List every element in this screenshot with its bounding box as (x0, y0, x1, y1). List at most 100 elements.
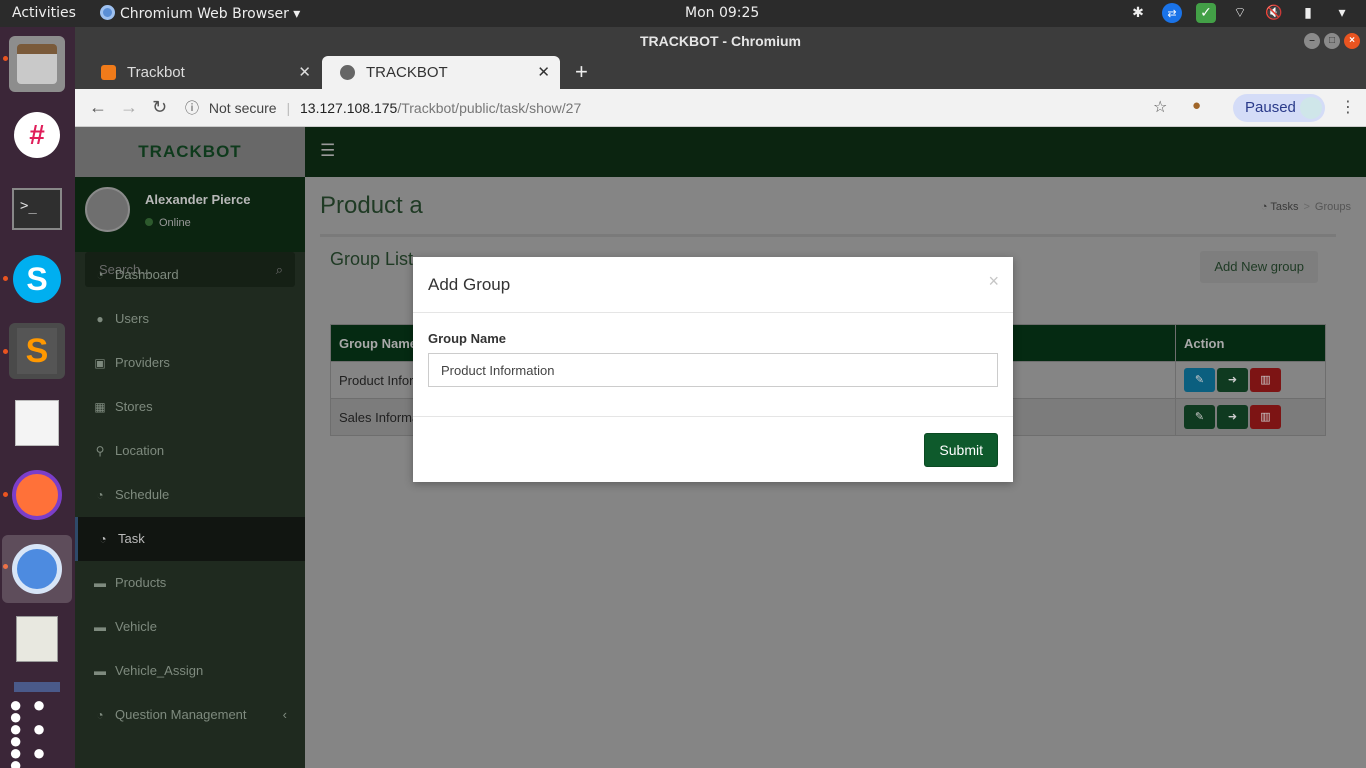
sidebar-item-label: Location (115, 443, 165, 458)
activities-button[interactable]: Activities (12, 5, 76, 21)
sublime-icon[interactable]: S (9, 323, 65, 379)
sidebar-item-location[interactable]: ⚲ Location (75, 429, 305, 473)
skype-icon[interactable]: S (9, 251, 65, 307)
tab-trackbot[interactable]: Trackbot ✕ (83, 56, 321, 89)
sidebar-item-question-management[interactable]: ◔ Question Management ‹ (75, 693, 305, 737)
delete-button[interactable]: ▥ (1250, 405, 1281, 429)
submit-button[interactable]: Submit (924, 433, 998, 467)
cookie-extension-icon[interactable]: ● (1192, 97, 1201, 114)
maximize-icon[interactable]: □ (1324, 33, 1340, 49)
info-icon[interactable]: ⓘ (185, 100, 199, 116)
text-editor-icon[interactable] (9, 395, 65, 451)
back-icon[interactable]: ← (89, 97, 107, 118)
profile-button[interactable]: Paused (1233, 94, 1325, 122)
firefox-icon[interactable] (9, 467, 65, 523)
dashboard-icon: ◔ (96, 708, 104, 722)
running-indicator (3, 492, 8, 497)
content-header: ☰ (305, 127, 1366, 177)
system-menu-icon[interactable]: ▾ (1332, 3, 1352, 23)
system-monitor-icon[interactable] (9, 611, 65, 667)
sidebar-item-stores[interactable]: ▦ Stores (75, 385, 305, 429)
new-tab-icon[interactable]: + (575, 55, 588, 88)
chromium-icon[interactable] (2, 535, 72, 603)
chevron-left-icon: ‹ (282, 707, 287, 722)
sidebar-item-vehicle[interactable]: ▬ Vehicle (75, 605, 305, 649)
tab-label: Trackbot (127, 64, 185, 81)
clock[interactable]: Mon 09:25 (685, 5, 759, 21)
teamviewer-tray-icon[interactable]: ⇄ (1162, 3, 1182, 23)
volume-muted-icon[interactable]: 🔇 (1264, 3, 1284, 23)
open-button[interactable]: ➜ (1217, 405, 1248, 429)
modal-title: Add Group (428, 275, 511, 294)
sidebar-item-label: Vehicle_Assign (115, 663, 204, 678)
edit-button[interactable]: ✎ (1184, 405, 1215, 429)
dashboard-icon: ◔ (99, 532, 107, 546)
terminal-icon[interactable]: >_ (9, 181, 65, 237)
sidebar-item-vehicle-assign[interactable]: ▬ Vehicle_Assign (75, 649, 305, 693)
sidebar-item-label: Dashboard (115, 267, 179, 282)
window-titlebar: TRACKBOT - Chromium – □ × (75, 27, 1366, 55)
dock: # >_ S S ● ● ● ● ● ● ● ● ● (0, 27, 75, 768)
close-window-icon[interactable]: × (1344, 33, 1360, 49)
box-title: Group List (330, 249, 414, 269)
edit-button[interactable]: ✎ (1184, 368, 1215, 392)
page-title: Product a (320, 192, 423, 219)
breadcrumb-tasks[interactable]: Tasks (1270, 201, 1298, 213)
sidebar: TRACKBOT Alexander Pierce Online Search.… (75, 127, 305, 768)
chromium-icon (100, 5, 115, 20)
menu-kebab-icon[interactable]: ⋮ (1340, 97, 1356, 117)
slack-tray-icon[interactable]: ✱ (1128, 3, 1148, 23)
delete-button[interactable]: ▥ (1250, 368, 1281, 392)
avatar (1300, 97, 1322, 119)
group-name-label: Group Name (428, 331, 507, 346)
building-icon: ▦ (94, 400, 106, 414)
bookmark-star-icon[interactable]: ☆ (1153, 97, 1167, 117)
sidebar-item-providers[interactable]: ▣ Providers (75, 341, 305, 385)
open-button[interactable]: ➜ (1217, 368, 1248, 392)
files-icon[interactable] (9, 36, 65, 92)
tab-bar: Trackbot ✕ TRACKBOT ✕ + (75, 55, 1366, 89)
sidebar-item-schedule[interactable]: ◔ Schedule (75, 473, 305, 517)
window-title: TRACKBOT - Chromium (640, 33, 801, 49)
sidebar-item-label: Providers (115, 355, 170, 370)
sidebar-item-task[interactable]: ◔ Task (75, 517, 305, 561)
battery-icon[interactable]: ▮ (1298, 3, 1318, 23)
hamburger-menu-icon[interactable]: ☰ (320, 141, 335, 161)
user-name: Alexander Pierce (145, 192, 251, 207)
close-tab-icon[interactable]: ✕ (298, 56, 311, 89)
app-grid-icon[interactable]: ● ● ● ● ● ● ● ● ● (9, 694, 65, 768)
tab-label: TRACKBOT (366, 64, 448, 81)
car-icon: ▬ (94, 664, 106, 678)
dashboard-icon: ◔ (1260, 201, 1268, 213)
action-cell: ✎ ➜ ▥ (1175, 398, 1326, 436)
avatar (85, 187, 130, 232)
sidebar-item-products[interactable]: ▬ Products (75, 561, 305, 605)
breadcrumb: ◔ Tasks > Groups (1260, 201, 1351, 213)
profile-status: Paused (1245, 99, 1296, 116)
minimize-icon[interactable]: – (1304, 33, 1320, 49)
sidebar-item-label: Question Management (115, 707, 247, 722)
user-status: Online (145, 217, 191, 229)
url-input[interactable]: ⓘ Not secure | 13.127.108.175/Trackbot/p… (185, 95, 1145, 121)
app-menu-label: Chromium Web Browser ▾ (120, 6, 301, 22)
close-icon[interactable]: × (988, 271, 999, 292)
app-menu[interactable]: Chromium Web Browser ▾ (100, 5, 300, 22)
reload-icon[interactable]: ↻ (152, 97, 167, 118)
sidebar-item-label: Products (115, 575, 167, 590)
sidebar-item-dashboard[interactable]: ◔ Dashboard (75, 253, 305, 297)
forward-icon[interactable]: → (120, 97, 138, 118)
add-new-group-button[interactable]: Add New group (1200, 251, 1318, 283)
logo[interactable]: TRACKBOT (75, 127, 305, 177)
slack-icon[interactable]: # (9, 107, 65, 163)
group-name-input[interactable] (428, 353, 998, 387)
sidebar-item-users[interactable]: ● Users (75, 297, 305, 341)
running-indicator (3, 276, 8, 281)
url-host: 13.127.108.175 (300, 100, 398, 116)
tab-trackbot-active[interactable]: TRACKBOT ✕ (322, 56, 560, 89)
modal-body: Group Name (413, 313, 1013, 417)
lock-icon: ▣ (94, 356, 106, 370)
wifi-icon[interactable]: ⌔ (1230, 3, 1250, 23)
check-tray-icon[interactable]: ✓ (1196, 3, 1216, 23)
close-tab-icon[interactable]: ✕ (537, 56, 550, 89)
action-cell: ✎ ➜ ▥ (1175, 361, 1326, 399)
